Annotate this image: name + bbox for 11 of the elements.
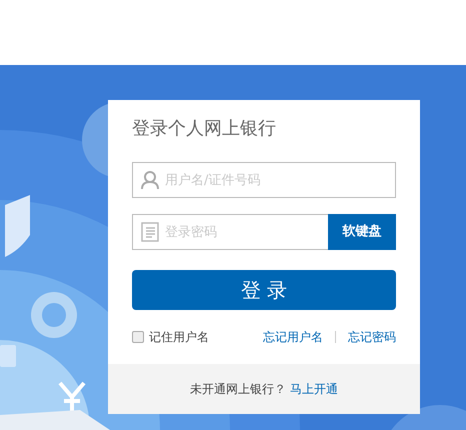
remember-checkbox[interactable] (132, 331, 144, 343)
remember-label: 记住用户名 (149, 329, 209, 346)
login-button[interactable]: 登 录 (132, 270, 396, 310)
login-title: 登录个人网上银行 (132, 117, 277, 141)
user-icon (140, 170, 160, 190)
register-link[interactable]: 马上开通 (290, 380, 338, 398)
keypad-icon (141, 222, 159, 242)
footer-text: 未开通网上银行？ (190, 381, 286, 398)
forgot-link[interactable]: 忘记用户名 (263, 328, 323, 346)
soft-keyboard-button[interactable]: 软键盘 (328, 214, 396, 250)
forgot-link[interactable]: 忘记密码 (348, 328, 396, 346)
